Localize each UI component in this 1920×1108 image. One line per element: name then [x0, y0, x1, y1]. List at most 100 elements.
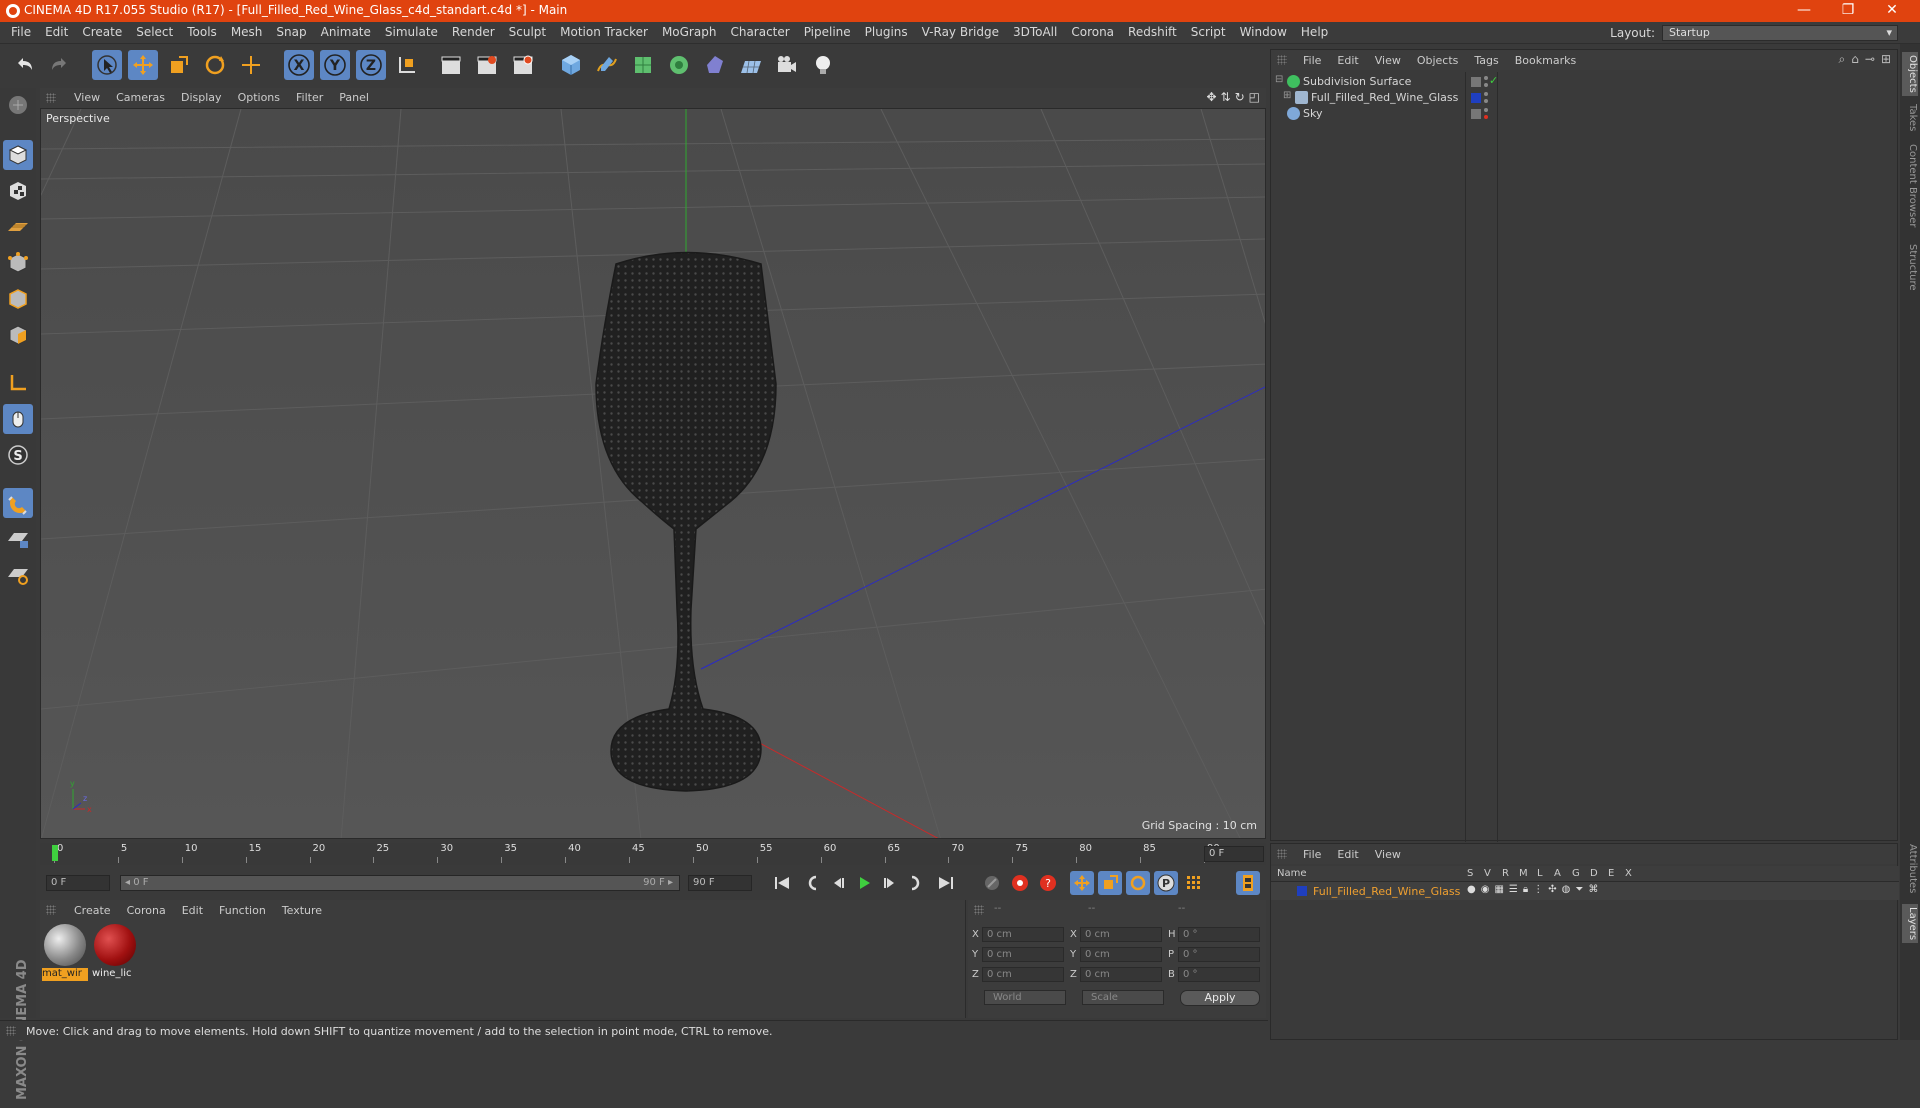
menu-select[interactable]: Select [129, 25, 180, 39]
panel-grip-icon[interactable] [1277, 55, 1287, 65]
viewport-menu-options[interactable]: Options [230, 91, 288, 104]
material-menu-function[interactable]: Function [211, 904, 274, 917]
menu-vray-bridge[interactable]: V-Ray Bridge [915, 25, 1006, 39]
object-menu-view[interactable]: View [1367, 54, 1409, 67]
link-icon[interactable]: ⊸ [1865, 52, 1875, 67]
menu-redshift[interactable]: Redshift [1121, 25, 1184, 39]
visibility-dot-icon[interactable] [1484, 99, 1488, 103]
workplane-rotate-button[interactable] [3, 560, 33, 590]
maximize-button[interactable]: ❐ [1826, 0, 1870, 22]
record-keys-button[interactable] [980, 871, 1004, 895]
size-mode-dropdown[interactable]: Scale [1082, 990, 1164, 1005]
scale-tool-button[interactable] [164, 50, 194, 80]
perspective-viewport[interactable]: y x z Perspective Grid Spacing : 10 cm [40, 108, 1266, 839]
column-expressions[interactable]: E [1608, 868, 1614, 879]
column-deformers[interactable]: D [1590, 868, 1598, 879]
record-active-objects-button[interactable] [1008, 871, 1032, 895]
render-settings-button[interactable] [508, 50, 538, 80]
menu-snap[interactable]: Snap [269, 25, 313, 39]
apply-button[interactable]: Apply [1180, 990, 1260, 1006]
tab-layers[interactable]: Layers [1902, 904, 1918, 944]
panel-grip-icon[interactable] [974, 905, 984, 915]
home-icon[interactable]: ⌂ [1851, 52, 1859, 67]
menu-corona[interactable]: Corona [1064, 25, 1121, 39]
viewport-menu-view[interactable]: View [66, 91, 108, 104]
next-key-button[interactable] [904, 871, 928, 895]
visibility-dot-icon[interactable] [1484, 76, 1488, 80]
material-menu-corona[interactable]: Corona [119, 904, 174, 917]
new-panel-icon[interactable]: ⊞ [1881, 52, 1891, 67]
visibility-dot-icon[interactable] [1484, 83, 1488, 87]
column-xref[interactable]: X [1625, 868, 1632, 879]
rotation-b-field[interactable]: 0 ° [1178, 967, 1260, 982]
key-scale-button[interactable] [1098, 871, 1122, 895]
column-visible[interactable]: V [1484, 868, 1491, 879]
cube-button[interactable] [556, 50, 586, 80]
viewport-menu-cameras[interactable]: Cameras [108, 91, 173, 104]
pen-spline-button[interactable] [592, 50, 622, 80]
expand-toggle-icon[interactable]: ⊞ [1283, 90, 1291, 101]
xref-toggle-icon[interactable]: ⌘ [1588, 884, 1598, 895]
viewport-menu-filter[interactable]: Filter [288, 91, 331, 104]
deformers-toggle-icon[interactable]: ◍ [1562, 884, 1571, 895]
position-x-field[interactable]: 0 cm [982, 927, 1064, 942]
visible-toggle-icon[interactable]: ◉ [1481, 884, 1490, 895]
play-button[interactable] [852, 871, 876, 895]
timeline-layout-button[interactable] [1236, 871, 1260, 895]
viewport-menu-panel[interactable]: Panel [331, 91, 377, 104]
enabled-check-icon[interactable]: ✓ [1489, 74, 1498, 87]
go-to-end-button[interactable] [934, 871, 958, 895]
menu-3dtoall[interactable]: 3DToAll [1006, 25, 1064, 39]
subdivision-surface-button[interactable] [628, 50, 658, 80]
minimize-button[interactable]: — [1782, 0, 1826, 22]
layer-color-icon[interactable] [1471, 93, 1481, 103]
maximize-view-icon[interactable]: ◰ [1249, 90, 1260, 104]
close-button[interactable]: ✕ [1870, 0, 1914, 22]
object-menu-file[interactable]: File [1295, 54, 1329, 67]
layout-select[interactable]: Startup [1662, 25, 1898, 41]
floor-button[interactable] [736, 50, 766, 80]
panel-grip-icon[interactable] [46, 905, 56, 915]
menu-file[interactable]: File [4, 25, 38, 39]
object-menu-objects[interactable]: Objects [1409, 54, 1467, 67]
menu-simulate[interactable]: Simulate [378, 25, 445, 39]
layer-menu-view[interactable]: View [1367, 848, 1409, 861]
rotate-view-icon[interactable]: ↻ [1235, 90, 1245, 104]
object-menu-edit[interactable]: Edit [1329, 54, 1366, 67]
material-menu-create[interactable]: Create [66, 904, 119, 917]
layer-color-swatch[interactable] [1297, 886, 1307, 896]
timeline-ruler[interactable]: 051015202530354045505560657075808590 0 F [40, 843, 1266, 865]
key-rotation-button[interactable] [1126, 871, 1150, 895]
lock-toggle-icon[interactable]: 🔒︎ [1523, 884, 1528, 895]
menu-mesh[interactable]: Mesh [224, 25, 270, 39]
expand-toggle-icon[interactable]: ⊟ [1275, 74, 1283, 85]
next-frame-button[interactable] [878, 871, 902, 895]
light-button[interactable] [808, 50, 838, 80]
animation-toggle-icon[interactable]: ⋮ [1533, 884, 1543, 895]
dolly-view-icon[interactable]: ⇅ [1221, 90, 1231, 104]
tweak-mode-button[interactable] [3, 404, 33, 434]
expressions-toggle-icon[interactable]: ⏷ [1575, 884, 1583, 895]
polygons-mode-button[interactable] [3, 320, 33, 350]
menu-script[interactable]: Script [1184, 25, 1233, 39]
previous-frame-button[interactable] [826, 871, 850, 895]
z-axis-lock-button[interactable]: Z [356, 50, 386, 80]
y-axis-lock-button[interactable]: Y [320, 50, 350, 80]
manager-toggle-icon[interactable]: ☰ [1509, 884, 1518, 895]
rotation-h-field[interactable]: 0 ° [1178, 927, 1260, 942]
key-pla-button[interactable] [1182, 871, 1206, 895]
size-z-field[interactable]: 0 cm [1080, 967, 1162, 982]
menu-mograph[interactable]: MoGraph [655, 25, 724, 39]
search-icon[interactable]: ⌕ [1839, 52, 1846, 67]
recent-tool-button[interactable] [236, 50, 266, 80]
visibility-dot-icon[interactable] [1484, 92, 1488, 96]
render-view-button[interactable] [436, 50, 466, 80]
coordinate-system-button[interactable] [392, 50, 422, 80]
key-parameter-button[interactable]: P [1154, 871, 1178, 895]
render-picture-viewer-button[interactable] [472, 50, 502, 80]
edges-mode-button[interactable] [3, 284, 33, 314]
column-locked[interactable]: L [1537, 868, 1543, 879]
column-manager[interactable]: M [1519, 868, 1528, 879]
size-x-field[interactable]: 0 cm [1080, 927, 1162, 942]
workplane-lock-button[interactable] [3, 524, 33, 554]
